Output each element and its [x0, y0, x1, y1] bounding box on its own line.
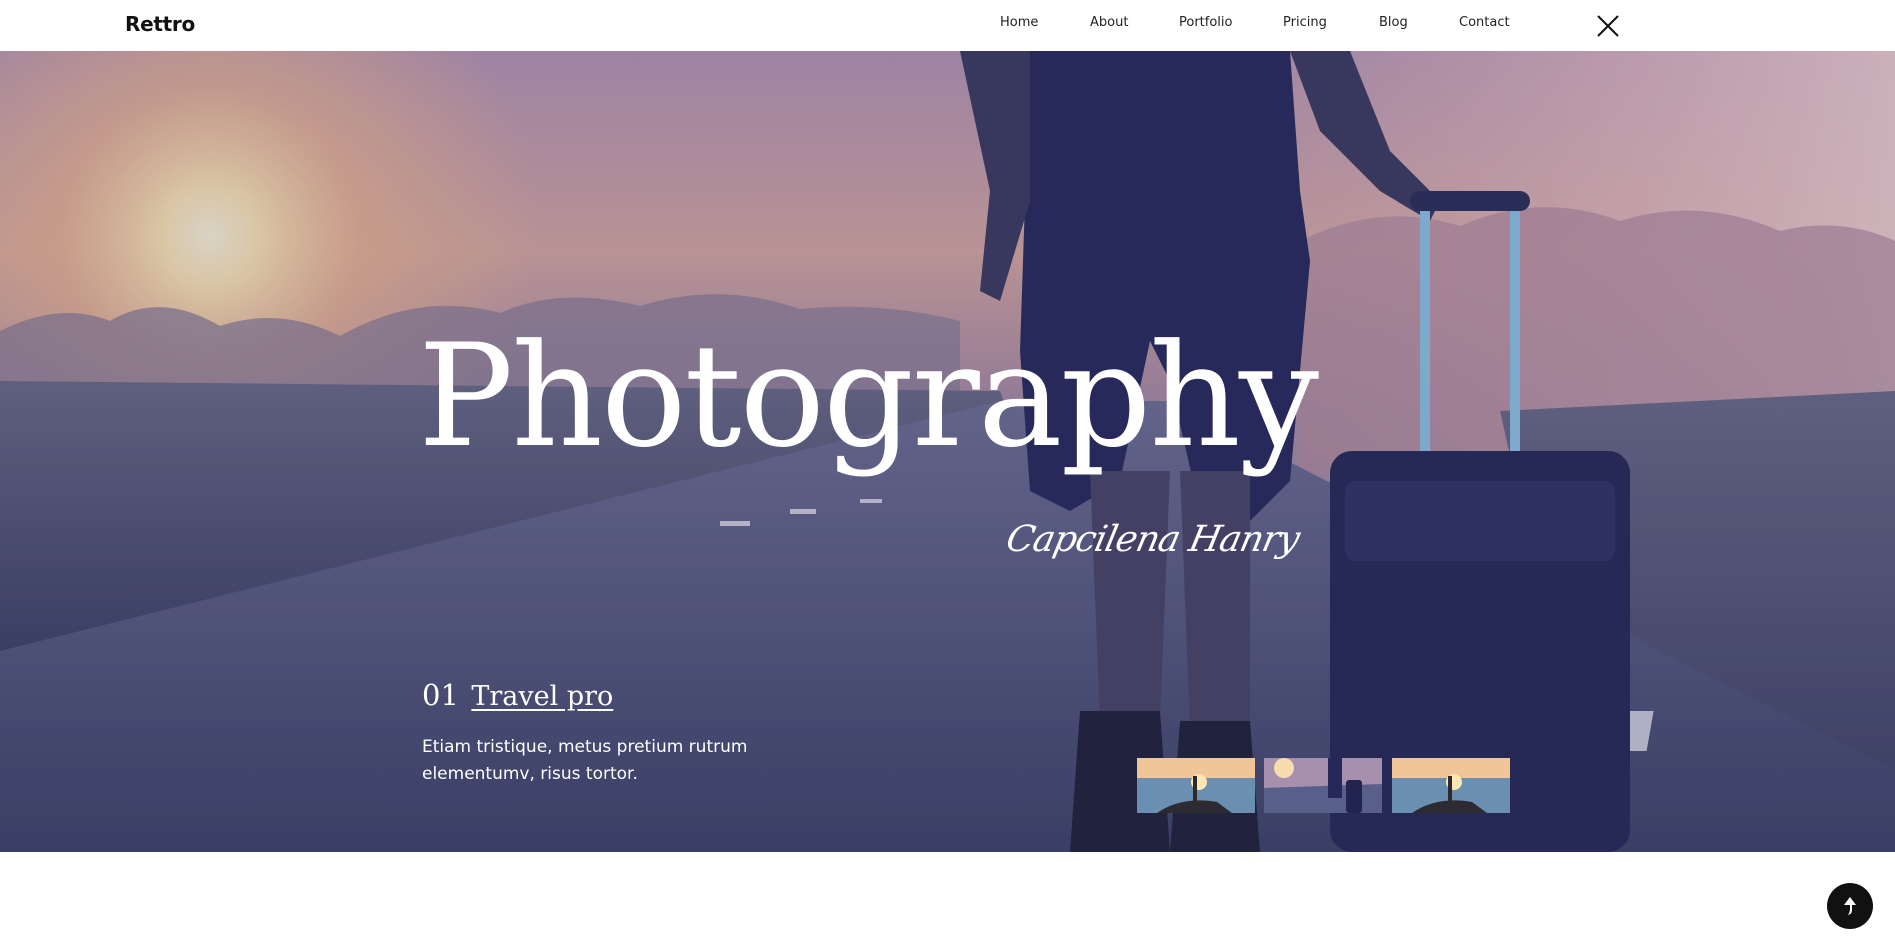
nav-contact[interactable]: Contact [1459, 15, 1510, 30]
photographer-signature: Capcilena Hanry [1002, 519, 1303, 560]
scroll-to-top-button[interactable] [1827, 883, 1873, 929]
nav-portfolio[interactable]: Portfolio [1179, 15, 1232, 30]
site-logo[interactable]: Rettro [125, 12, 195, 36]
nav-about[interactable]: About [1090, 15, 1128, 30]
arrow-up-icon [1844, 897, 1856, 915]
slide-caption: 01 Travel pro [422, 678, 613, 712]
sunset-sea-thumbnail[interactable] [1137, 758, 1255, 813]
nav-home[interactable]: Home [1000, 15, 1038, 30]
slide-title-link[interactable]: Travel pro [471, 681, 613, 712]
hero-title: Photography [418, 314, 1319, 479]
road-luggage-thumbnail[interactable] [1264, 758, 1382, 813]
close-icon[interactable] [1596, 14, 1620, 38]
slide-description: Etiam tristique, metus pretium rutrum el… [422, 737, 748, 784]
hero-slider: Photography Capcilena Hanry 01 Travel pr… [0, 51, 1895, 852]
sunset-sea-thumbnail-2[interactable] [1392, 758, 1510, 813]
top-navigation: Rettro Home About Portfolio Pricing Blog… [0, 0, 1895, 51]
slide-number: 01 [422, 678, 459, 712]
nav-pricing[interactable]: Pricing [1283, 15, 1327, 30]
nav-blog[interactable]: Blog [1379, 15, 1408, 30]
